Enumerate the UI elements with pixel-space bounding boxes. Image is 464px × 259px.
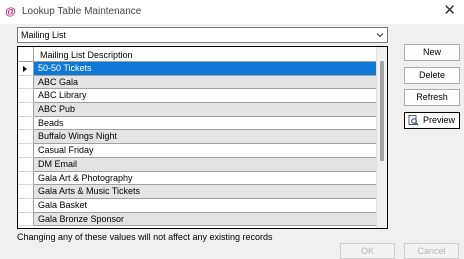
table-select-dropdown[interactable]: Mailing List (17, 27, 388, 43)
table-row[interactable]: Casual Friday (18, 144, 376, 158)
preview-label: Preview (423, 115, 456, 125)
description-cell[interactable]: Beads (34, 117, 376, 131)
table-row[interactable]: Beads (18, 116, 376, 131)
row-indicator[interactable] (18, 185, 34, 199)
row-indicator[interactable] (18, 198, 34, 213)
description-cell[interactable]: Gala Basket (34, 199, 376, 213)
description-cell[interactable]: 50-50 Tickets (34, 62, 376, 76)
description-cell[interactable]: DM Email (34, 157, 376, 172)
column-header-description[interactable]: Mailing List Description (40, 50, 133, 60)
grid-rows: 50-50 Tickets ABC Gala ABC Library ABC Pub B… (18, 62, 376, 227)
scrollbar-thumb[interactable] (380, 61, 384, 161)
table-row[interactable]: Gala Basket (18, 198, 376, 213)
vertical-scrollbar[interactable] (376, 47, 387, 228)
close-icon[interactable]: ✕ (443, 3, 456, 18)
row-indicator-header (18, 47, 34, 62)
table-row[interactable]: ABC Pub (18, 103, 376, 117)
preview-button[interactable]: Preview (404, 112, 460, 129)
info-note: Changing any of these values will not af… (17, 232, 273, 242)
description-cell[interactable]: Gala Bronze Sponsor (34, 212, 376, 227)
ok-button[interactable]: OK (340, 243, 395, 259)
row-indicator[interactable] (18, 116, 34, 131)
table-row[interactable]: Gala Arts & Music Tickets (18, 185, 376, 199)
row-indicator[interactable] (18, 130, 34, 145)
description-cell[interactable]: ABC Gala (34, 75, 376, 90)
delete-button[interactable]: Delete (404, 67, 460, 84)
table-row[interactable]: ABC Gala (18, 75, 376, 90)
refresh-button[interactable]: Refresh (404, 89, 460, 106)
table-row[interactable]: Gala Art & Photography (18, 171, 376, 186)
table-row[interactable]: Buffalo Wings Night (18, 130, 376, 145)
current-row-arrow-icon (23, 66, 27, 72)
dropdown-value: Mailing List (21, 30, 67, 40)
grid-header: Mailing List Description (18, 47, 376, 62)
description-cell[interactable]: ABC Library (34, 89, 376, 104)
row-indicator[interactable] (18, 62, 34, 76)
description-cell[interactable]: Buffalo Wings Night (34, 130, 376, 145)
lookup-grid[interactable]: Mailing List Description 50-50 Tickets AB… (17, 46, 388, 229)
table-row[interactable]: Gala Bronze Sponsor (18, 212, 376, 227)
cancel-button[interactable]: Cancel (404, 243, 459, 259)
app-icon: @ (5, 6, 16, 18)
row-indicator[interactable] (18, 212, 34, 227)
window-title: Lookup Table Maintenance (22, 6, 142, 17)
row-indicator[interactable] (18, 144, 34, 158)
row-indicator[interactable] (18, 75, 34, 90)
description-cell[interactable]: ABC Pub (34, 103, 376, 117)
row-indicator[interactable] (18, 157, 34, 172)
description-cell[interactable]: Casual Friday (34, 144, 376, 158)
description-cell[interactable]: Gala Art & Photography (34, 172, 376, 186)
chevron-down-icon[interactable] (376, 31, 384, 39)
description-cell[interactable]: Gala Arts & Music Tickets (34, 185, 376, 199)
row-indicator[interactable] (18, 103, 34, 117)
row-indicator[interactable] (18, 89, 34, 104)
title-bar: @ Lookup Table Maintenance ✕ (0, 0, 464, 24)
magnifier-page-icon (408, 115, 419, 126)
table-row[interactable]: ABC Library (18, 89, 376, 104)
new-button[interactable]: New (404, 44, 460, 61)
table-row[interactable]: DM Email (18, 157, 376, 172)
row-indicator[interactable] (18, 171, 34, 186)
table-row[interactable]: 50-50 Tickets (18, 62, 376, 76)
